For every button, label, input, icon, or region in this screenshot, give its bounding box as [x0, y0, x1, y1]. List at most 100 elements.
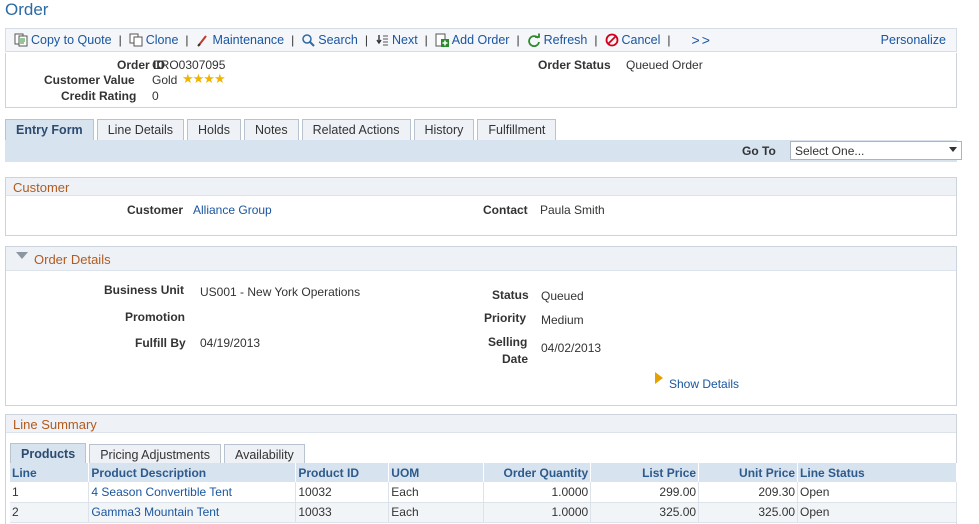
clone-icon: [129, 33, 143, 47]
add-order-label: Add Order: [451, 33, 510, 47]
customer-label: Customer: [127, 203, 184, 217]
customer-value-stars-icon: ★★★★: [182, 71, 226, 86]
status-value: Queued: [541, 289, 584, 303]
toolbar-separator: |: [185, 33, 189, 47]
copy-to-quote-label: Copy to Quote: [31, 33, 112, 47]
order-details-header[interactable]: Order Details: [6, 247, 956, 271]
customer-link[interactable]: Alliance Group: [193, 203, 272, 217]
collapse-icon[interactable]: [16, 252, 28, 259]
customer-section-title: Customer: [6, 178, 956, 196]
column-header-unit-price[interactable]: Unit Price: [698, 463, 799, 482]
search-button[interactable]: Search: [301, 33, 358, 47]
search-label: Search: [318, 33, 358, 47]
toolbar-separator: |: [516, 33, 520, 47]
toolbar-separator: |: [424, 33, 428, 47]
goto-bar: Go To Select One...: [5, 140, 962, 162]
tab-notes[interactable]: Notes: [243, 119, 299, 140]
copy-to-quote-icon: [14, 33, 28, 47]
show-details-link[interactable]: Show Details: [669, 377, 739, 391]
order-details-title: Order Details: [34, 252, 111, 267]
list-price-cell: 299.00: [590, 482, 700, 503]
chevron-down-icon: [949, 147, 957, 152]
column-header-product-id[interactable]: Product ID: [295, 463, 390, 482]
order-header: Order ID CRO0307095 Customer Value Gold …: [5, 53, 957, 108]
personalize-link[interactable]: Personalize: [881, 33, 946, 47]
line-summary-title: Line Summary: [6, 415, 956, 433]
line-summary-table: Line Product Description Product ID UOM …: [10, 463, 957, 523]
refresh-icon: [527, 33, 540, 47]
column-header-line-status[interactable]: Line Status: [797, 463, 957, 482]
copy-to-quote-button[interactable]: Copy to Quote: [14, 33, 112, 47]
product-description-link[interactable]: Gamma3 Mountain Tent: [88, 502, 297, 523]
cancel-icon: [605, 33, 618, 47]
order-status-value: Queued Order: [626, 58, 703, 72]
tab-fulfillment[interactable]: Fulfillment: [477, 119, 557, 140]
page-title: Order: [5, 0, 49, 19]
product-description-link[interactable]: 4 Season Convertible Tent: [88, 482, 297, 503]
line-cell: 1: [10, 482, 90, 503]
tab-products[interactable]: Products: [10, 443, 87, 464]
toolbar-separator: |: [364, 33, 368, 47]
table-header-row: Line Product Description Product ID UOM …: [10, 463, 957, 482]
tab-holds[interactable]: Holds: [187, 119, 241, 140]
contact-value: Paula Smith: [540, 203, 605, 217]
tab-pricing-adjustments[interactable]: Pricing Adjustments: [89, 444, 221, 464]
tab-related-actions[interactable]: Related Actions: [301, 119, 411, 140]
more-actions-button[interactable]: >>: [692, 32, 712, 48]
selling-date-label-line2: Date: [502, 352, 529, 366]
column-header-uom[interactable]: UOM: [388, 463, 485, 482]
product-id-cell: 10033: [295, 502, 390, 523]
tab-availability[interactable]: Availability: [223, 444, 305, 464]
goto-select-value: Select One...: [795, 144, 865, 158]
tab-entry-form[interactable]: Entry Form: [5, 119, 94, 140]
add-order-icon: [435, 33, 449, 47]
refresh-button[interactable]: Refresh: [527, 33, 588, 47]
cancel-button[interactable]: Cancel: [605, 33, 660, 47]
maintenance-button[interactable]: Maintenance: [196, 33, 284, 47]
column-header-line[interactable]: Line: [10, 463, 90, 482]
credit-rating-value: 0: [152, 89, 159, 103]
unit-price-cell: 325.00: [698, 502, 799, 523]
table-row: 1 4 Season Convertible Tent 10032 Each 1…: [10, 482, 957, 503]
customer-value: Gold: [152, 73, 178, 87]
goto-label: Go To: [742, 144, 776, 158]
line-status-cell: Open: [797, 482, 957, 503]
fulfill-by-value: 04/19/2013: [200, 336, 261, 350]
next-icon: [376, 35, 388, 46]
list-price-cell: 325.00: [590, 502, 700, 523]
selling-date-value: 04/02/2013: [541, 341, 602, 355]
next-label: Next: [391, 33, 418, 47]
toolbar-separator: |: [118, 33, 122, 47]
search-icon: [302, 34, 315, 47]
uom-cell: Each: [388, 482, 485, 503]
credit-rating-label: Credit Rating: [61, 89, 137, 103]
order-id-value: CRO0307095: [152, 58, 226, 72]
status-label: Status: [492, 288, 529, 302]
line-status-cell: Open: [797, 502, 957, 523]
add-order-button[interactable]: Add Order: [435, 33, 510, 47]
uom-cell: Each: [388, 502, 485, 523]
column-header-product-description[interactable]: Product Description: [88, 463, 297, 482]
next-button[interactable]: Next: [375, 33, 418, 47]
customer-section: Customer Customer Alliance Group Contact…: [5, 177, 957, 236]
clone-label: Clone: [145, 33, 179, 47]
toolbar-separator: |: [291, 33, 295, 47]
tab-history[interactable]: History: [413, 119, 475, 140]
refresh-label: Refresh: [543, 33, 588, 47]
order-quantity-cell: 1.0000: [483, 482, 592, 503]
goto-select[interactable]: Select One...: [790, 141, 962, 160]
product-id-cell: 10032: [295, 482, 390, 503]
order-status-label: Order Status: [538, 58, 611, 72]
toolbar: Copy to Quote | Clone | Maintenance | Se…: [5, 28, 957, 52]
expand-arrow-icon[interactable]: [655, 372, 663, 384]
page-tabs: Entry Form Line Details Holds Notes Rela…: [5, 119, 559, 140]
selling-date-label: Selling: [488, 335, 528, 349]
line-summary-tabs: Products Pricing Adjustments Availabilit…: [10, 443, 308, 464]
column-header-list-price[interactable]: List Price: [590, 463, 700, 482]
column-header-order-quantity[interactable]: Order Quantity: [483, 463, 592, 482]
priority-value: Medium: [541, 313, 584, 327]
table-row: 2 Gamma3 Mountain Tent 10033 Each 1.0000…: [10, 502, 957, 523]
tab-line-details[interactable]: Line Details: [96, 119, 185, 140]
clone-button[interactable]: Clone: [129, 33, 179, 47]
priority-label: Priority: [484, 311, 527, 325]
